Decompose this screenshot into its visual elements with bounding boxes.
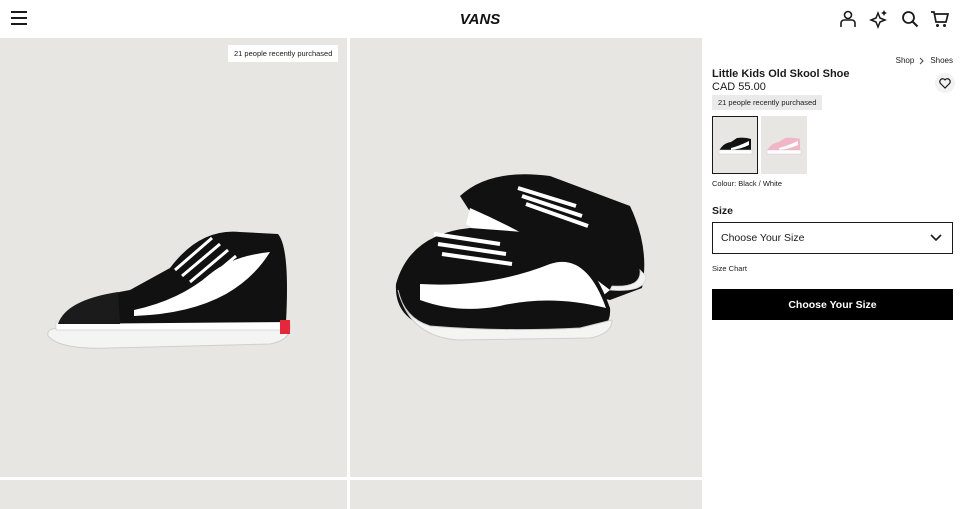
swatch-pink-shoe-image [766,137,802,155]
size-chart-link[interactable]: Size Chart [712,264,747,273]
product-title: Little Kids Old Skool Shoe [712,68,850,80]
swatch-pink[interactable] [761,116,807,174]
vans-logo[interactable]: VANS [458,9,502,27]
wishlist-button[interactable] [935,73,955,93]
breadcrumb-shoes[interactable]: Shoes [930,56,953,65]
chevron-down-icon [930,234,942,242]
heart-icon [939,77,951,89]
shoe-pair-image [395,174,647,341]
product-image-pair[interactable] [350,38,702,477]
cart-icon[interactable] [930,9,950,29]
site-header: VANS [0,0,960,38]
search-icon[interactable] [900,9,920,29]
product-image-4[interactable] [350,480,702,509]
purchased-badge: 21 people recently purchased [228,45,339,62]
size-select[interactable]: Choose Your Size [712,222,953,254]
shoe-side-image [47,231,291,349]
breadcrumb: Shop Shoes [896,56,953,65]
sparkle-icon[interactable] [869,9,889,29]
size-select-value: Choose Your Size [721,232,805,244]
svg-text:VANS: VANS [460,11,501,27]
choose-size-button[interactable]: Choose Your Size [712,289,953,320]
account-icon[interactable] [838,9,858,29]
product-gallery: 21 people recently purchased [0,38,702,509]
chevron-right-icon [919,57,925,64]
size-heading: Size [712,205,734,217]
purchased-count-badge: 21 people recently purchased [712,95,823,110]
colour-label: Colour: Black / White [712,179,783,188]
product-price: CAD 55.00 [712,81,766,93]
menu-icon[interactable] [11,11,27,25]
product-panel: Shop Shoes Little Kids Old Skool Shoe CA… [702,38,960,509]
product-image-side[interactable] [0,38,347,477]
swatch-black-white[interactable] [712,116,758,174]
product-image-3[interactable] [0,480,347,509]
breadcrumb-shop[interactable]: Shop [896,56,915,65]
swatch-black-shoe-image [718,137,753,155]
